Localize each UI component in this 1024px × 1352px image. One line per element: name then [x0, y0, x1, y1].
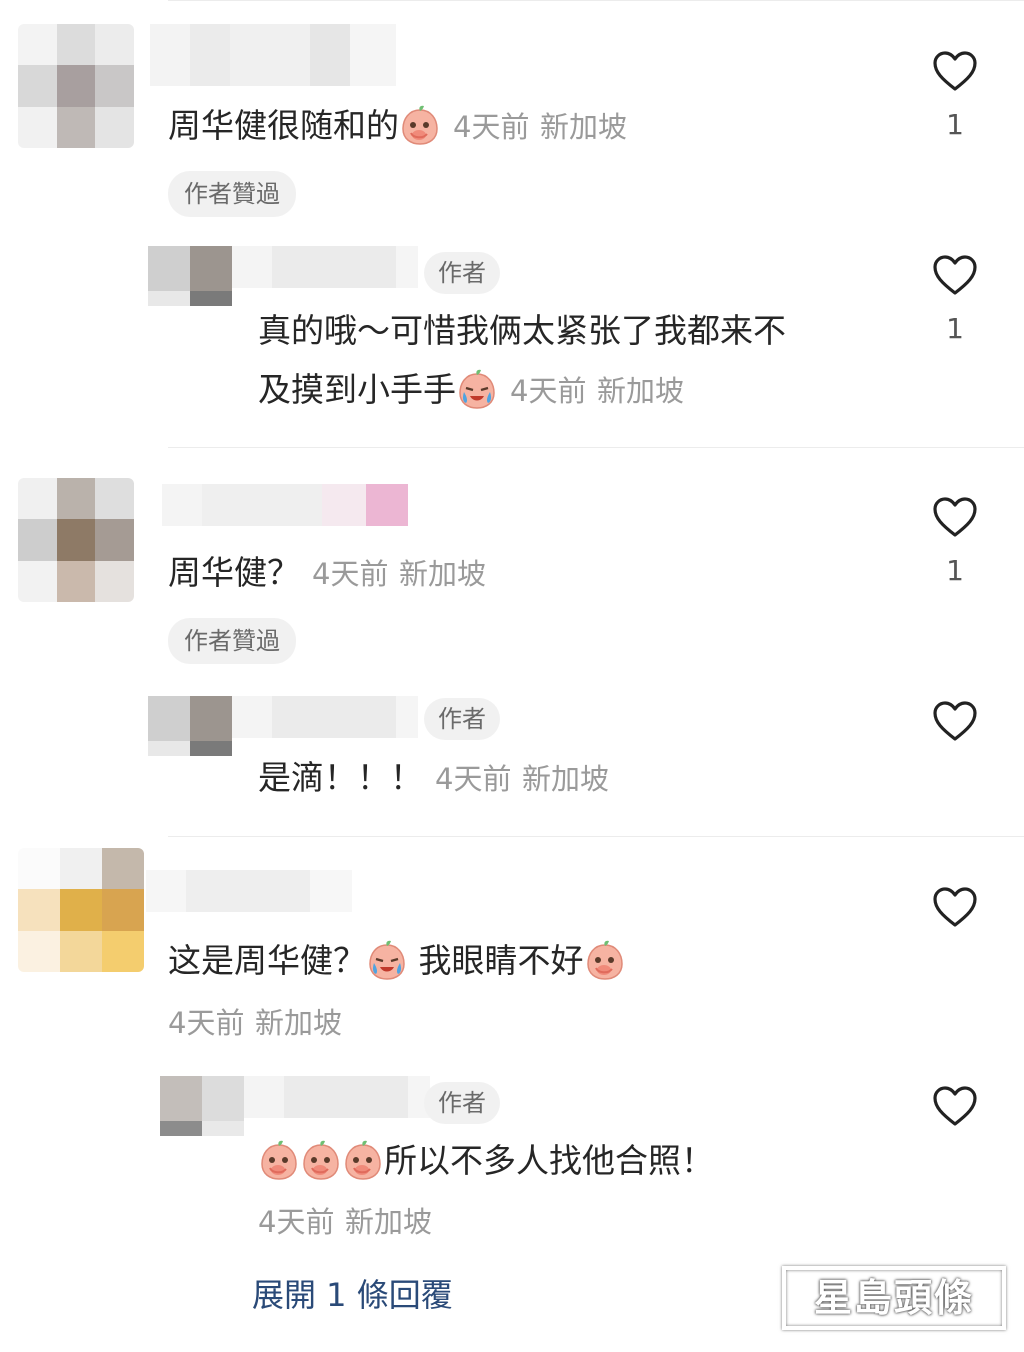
reply-time: 4天前: [510, 374, 587, 408]
divider: [168, 836, 1024, 837]
avatar[interactable]: [160, 1076, 244, 1136]
liked-by-author-badge: 作者贊過: [168, 618, 296, 664]
reply-text: 真的哦～可惜我俩太紧张了我都来不: [258, 311, 786, 350]
reply-location: 新加坡: [596, 374, 684, 408]
heart-outline-icon[interactable]: [932, 496, 978, 538]
peach-cover-mouth-emoji: [342, 1139, 384, 1181]
reply-time: 4天前: [258, 1205, 335, 1239]
comment-time: 4天前: [168, 1006, 245, 1040]
expand-replies-link[interactable]: 展開 1 條回覆: [252, 1270, 453, 1316]
author-tag: 作者: [424, 698, 500, 740]
heart-outline-icon[interactable]: [932, 1085, 978, 1127]
comment-meta: 4天前 新加坡: [168, 1002, 342, 1043]
liked-by-author-badge: 作者贊過: [168, 171, 296, 217]
heart-outline-icon[interactable]: [932, 254, 978, 296]
peach-cover-mouth-emoji: [399, 104, 441, 146]
heart-outline-icon[interactable]: [932, 50, 978, 92]
peach-crying-emoji: [366, 939, 408, 981]
username[interactable]: [146, 870, 352, 912]
username[interactable]: [150, 24, 396, 86]
peach-crying-emoji: [456, 368, 498, 410]
avatar[interactable]: [18, 478, 134, 602]
peach-cover-mouth-emoji: [258, 1139, 300, 1181]
username[interactable]: [162, 484, 408, 526]
comment-time: 4天前: [312, 557, 389, 591]
comment-text: 周华健？ 4天前 新加坡: [168, 553, 486, 592]
avatar[interactable]: [18, 848, 144, 972]
username[interactable]: [232, 696, 418, 738]
avatar[interactable]: [148, 696, 232, 756]
heart-outline-icon[interactable]: [932, 700, 978, 742]
heart-outline-icon[interactable]: [932, 886, 978, 928]
username[interactable]: [244, 1076, 430, 1118]
comment-time: 4天前: [453, 110, 530, 144]
author-tag: 作者: [424, 252, 500, 294]
comment-text: 周华健很随和的 4天前 新加坡: [168, 106, 627, 147]
username[interactable]: [232, 246, 418, 288]
like-count: 1: [946, 554, 964, 587]
comment-location: 新加坡: [254, 1006, 342, 1040]
peach-cover-mouth-emoji: [300, 1139, 342, 1181]
reply-text: 是滴！！！ 4天前 新加坡: [258, 758, 609, 797]
comment-location: 新加坡: [539, 110, 627, 144]
avatar[interactable]: [18, 24, 134, 148]
watermark-logo: 星島頭條: [782, 1266, 1006, 1330]
comment-location: 新加坡: [398, 557, 486, 591]
peach-cover-mouth-emoji: [584, 939, 626, 981]
reply-text: 所以不多人找他合照！: [258, 1141, 714, 1181]
reply-location: 新加坡: [521, 762, 609, 796]
like-count: 1: [946, 108, 964, 141]
author-tag: 作者: [424, 1082, 500, 1124]
avatar[interactable]: [148, 246, 232, 306]
top-divider: [168, 0, 1024, 1]
reply-time: 4天前: [435, 762, 512, 796]
reply-location: 新加坡: [344, 1205, 432, 1239]
comment-text: 这是周华健？ 我眼睛不好: [168, 941, 626, 981]
reply-text-line2: 及摸到小手手 4天前 新加坡: [258, 370, 684, 411]
like-count: 1: [946, 312, 964, 345]
divider: [168, 447, 1024, 448]
reply-meta: 4天前 新加坡: [258, 1201, 432, 1242]
